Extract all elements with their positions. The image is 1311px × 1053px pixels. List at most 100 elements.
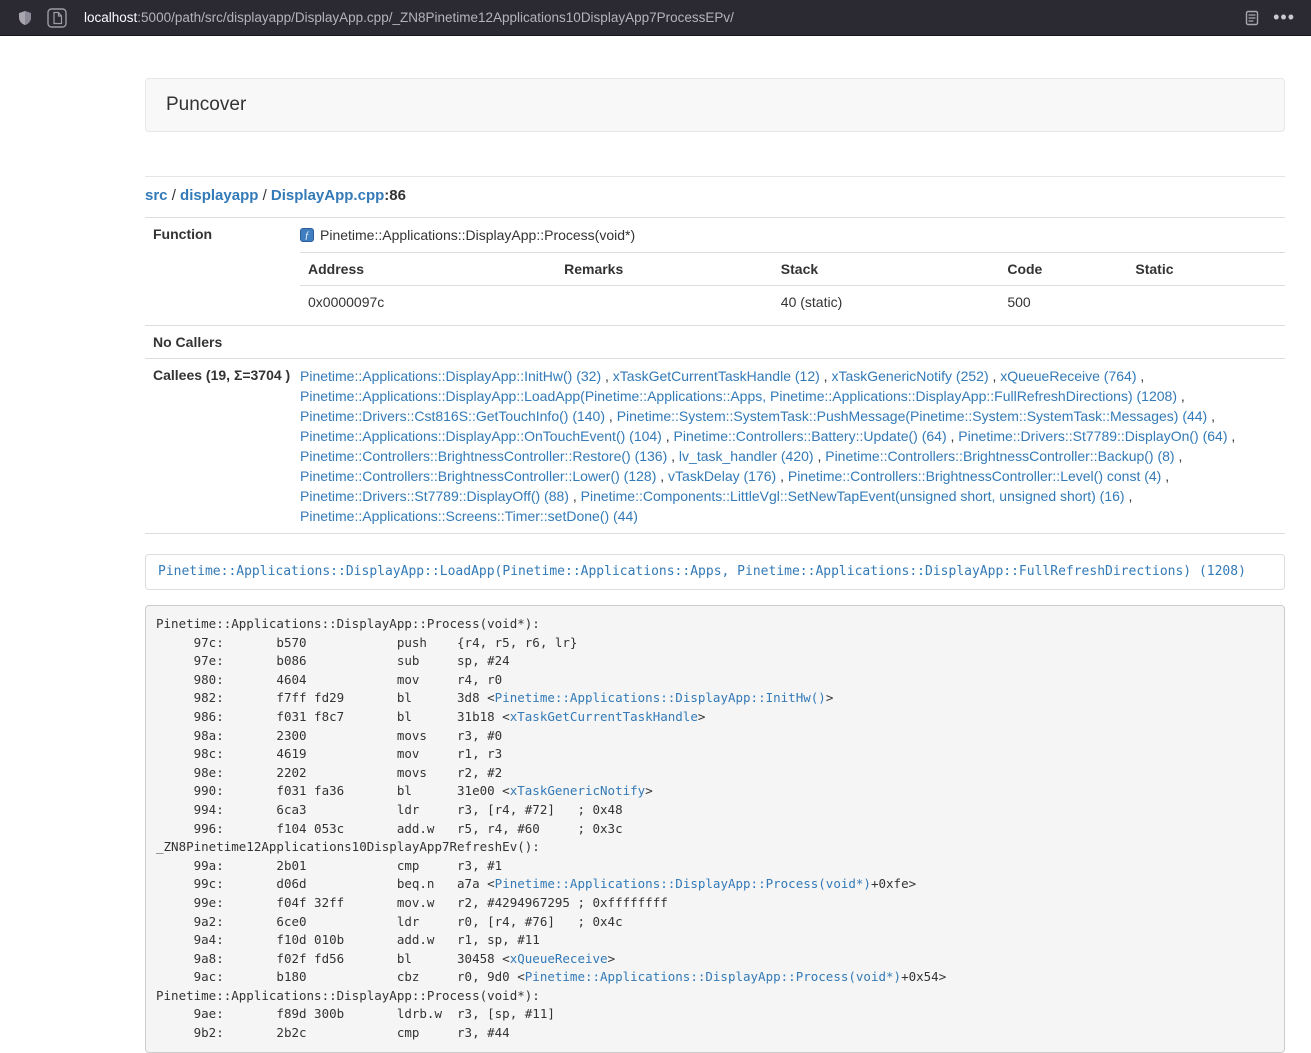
callee-link[interactable]: Pinetime::Applications::DisplayApp::OnTo…	[300, 428, 662, 444]
no-callers-row: No Callers	[145, 326, 1285, 359]
column-header-remarks: Remarks	[556, 253, 773, 286]
code-text: 99a: 2b01 cmp r3, #1	[156, 858, 502, 873]
code-text: 9a2: 6ce0 ldr r0, [r4, #76] ; 0x4c	[156, 914, 623, 929]
callee-separator: ,	[605, 408, 617, 424]
row-header-callees: Callees (19, Σ=3704 )	[145, 359, 300, 534]
page-title: Puncover	[166, 94, 246, 115]
callees-row: Callees (19, Σ=3704 ) Pinetime::Applicat…	[145, 359, 1285, 534]
static-value	[1127, 286, 1285, 319]
function-type-icon: ƒ	[300, 228, 314, 242]
tracking-protection-shield-icon[interactable]	[10, 4, 40, 32]
callee-link[interactable]: Pinetime::Controllers::Battery::Update()…	[674, 428, 947, 444]
code-size-value: 500	[999, 286, 1127, 319]
callee-separator: ,	[989, 368, 1001, 384]
more-options-icon[interactable]: •••	[1267, 7, 1301, 28]
callee-link[interactable]: Pinetime::Drivers::Cst816S::GetTouchInfo…	[300, 408, 605, 424]
stack-value: 40 (static)	[773, 286, 1000, 319]
no-callers-empty-cell	[300, 326, 1285, 359]
code-text: >	[608, 951, 616, 966]
url-bar[interactable]: localhost:5000/path/src/displayapp/Displ…	[84, 10, 1227, 25]
browser-toolbar: localhost:5000/path/src/displayapp/Displ…	[0, 0, 1311, 36]
url-domain: localhost	[84, 10, 137, 25]
callee-link[interactable]: Pinetime::Drivers::St7789::DisplayOn() (…	[958, 428, 1227, 444]
code-text: Pinetime::Applications::DisplayApp::Proc…	[156, 616, 540, 631]
callee-link[interactable]: Pinetime::Applications::Screens::Timer::…	[300, 508, 638, 524]
callee-link[interactable]: Pinetime::Applications::DisplayApp::Init…	[300, 368, 601, 384]
code-symbol-link[interactable]: Pinetime::Applications::DisplayApp::Proc…	[495, 876, 871, 891]
code-text: 98a: 2300 movs r3, #0	[156, 728, 502, 743]
callee-link[interactable]: Pinetime::Controllers::BrightnessControl…	[825, 448, 1174, 464]
code-text: 982: f7ff fd29 bl 3d8 <	[156, 690, 495, 705]
code-text: 97c: b570 push {r4, r5, r6, lr}	[156, 635, 577, 650]
code-symbol-link[interactable]: Pinetime::Applications::DisplayApp::Init…	[495, 690, 826, 705]
callee-link[interactable]: Pinetime::Components::LittleVgl::SetNewT…	[581, 488, 1125, 504]
code-symbol-link[interactable]: xTaskGetCurrentTaskHandle	[510, 709, 698, 724]
function-table: Function ƒ Pinetime::Applications::Displ…	[145, 217, 1285, 534]
callee-link[interactable]: vTaskDelay (176)	[668, 468, 776, 484]
column-header-stack: Stack	[773, 253, 1000, 286]
stats-value-row: 0x0000097c 40 (static) 500	[300, 286, 1285, 319]
callee-separator: ,	[1161, 468, 1169, 484]
svg-text:ƒ: ƒ	[305, 231, 310, 242]
selected-callee-link[interactable]: Pinetime::Applications::DisplayApp::Load…	[158, 564, 1246, 579]
page-title-panel: Puncover	[145, 78, 1285, 132]
selected-callee-panel: Pinetime::Applications::DisplayApp::Load…	[145, 554, 1285, 590]
code-text: 980: 4604 mov r4, r0	[156, 672, 502, 687]
code-symbol-link[interactable]: xTaskGenericNotify	[510, 783, 645, 798]
callee-separator: ,	[1207, 408, 1215, 424]
code-text: 9a4: f10d 010b add.w r1, sp, #11	[156, 932, 540, 947]
breadcrumb-link[interactable]: displayapp	[180, 187, 258, 204]
code-text: Pinetime::Applications::DisplayApp::Proc…	[156, 988, 540, 1003]
code-text: 98c: 4619 mov r1, r3	[156, 746, 502, 761]
code-text: 9ac: b180 cbz r0, 9d0 <	[156, 969, 525, 984]
callee-separator: ,	[1136, 368, 1144, 384]
row-header-function: Function	[145, 218, 300, 326]
code-text: 9b2: 2b2c cmp r3, #44	[156, 1025, 510, 1040]
callee-separator: ,	[1125, 488, 1133, 504]
code-text: _ZN8Pinetime12Applications10DisplayApp7R…	[156, 839, 540, 854]
page-container: Puncover src / displayapp / DisplayApp.c…	[145, 78, 1285, 1053]
callee-separator: ,	[667, 448, 679, 464]
breadcrumb-separator: /	[258, 187, 271, 204]
callee-separator: ,	[656, 468, 668, 484]
breadcrumb-separator: /	[168, 187, 181, 204]
callee-link[interactable]: Pinetime::Controllers::BrightnessControl…	[300, 468, 656, 484]
code-text: 994: 6ca3 ldr r3, [r4, #72] ; 0x48	[156, 802, 623, 817]
callee-link[interactable]: xTaskGetCurrentTaskHandle (12)	[613, 368, 820, 384]
function-name: Pinetime::Applications::DisplayApp::Proc…	[320, 227, 635, 243]
code-text: 9ae: f89d 300b ldrb.w r3, [sp, #11]	[156, 1006, 555, 1021]
row-header-no-callers: No Callers	[145, 326, 300, 359]
callee-link[interactable]: Pinetime::Controllers::BrightnessControl…	[788, 468, 1161, 484]
page-identity-icon[interactable]	[40, 4, 74, 32]
breadcrumb-link[interactable]: src	[145, 187, 168, 204]
callee-link[interactable]: Pinetime::Controllers::BrightnessControl…	[300, 448, 667, 464]
code-text: 986: f031 f8c7 bl 31b18 <	[156, 709, 510, 724]
callee-separator: ,	[601, 368, 613, 384]
callee-link[interactable]: lv_task_handler (420)	[679, 448, 814, 464]
code-text: 996: f104 053c add.w r5, r4, #60 ; 0x3c	[156, 821, 623, 836]
column-header-code: Code	[999, 253, 1127, 286]
column-header-address: Address	[300, 253, 556, 286]
code-symbol-link[interactable]: Pinetime::Applications::DisplayApp::Proc…	[525, 969, 901, 984]
callee-link[interactable]: Pinetime::Drivers::St7789::DisplayOff() …	[300, 488, 569, 504]
callee-separator: ,	[776, 468, 788, 484]
code-symbol-link[interactable]: xQueueReceive	[510, 951, 608, 966]
code-block: Pinetime::Applications::DisplayApp::Proc…	[145, 605, 1285, 1053]
code-text: 990: f031 fa36 bl 31e00 <	[156, 783, 510, 798]
remarks-value	[556, 286, 773, 319]
breadcrumb: src / displayapp / DisplayApp.cpp:86	[145, 187, 1285, 204]
divider	[145, 176, 1285, 177]
callee-separator: ,	[1177, 388, 1185, 404]
breadcrumb-link[interactable]: DisplayApp.cpp	[271, 187, 384, 204]
breadcrumb-line-number: :86	[384, 187, 406, 204]
code-text: 99c: d06d beq.n a7a <	[156, 876, 495, 891]
callee-link[interactable]: xQueueReceive (764)	[1000, 368, 1136, 384]
callee-link[interactable]: Pinetime::Applications::DisplayApp::Load…	[300, 388, 1177, 404]
callee-link[interactable]: Pinetime::System::SystemTask::PushMessag…	[617, 408, 1208, 424]
address-value: 0x0000097c	[300, 286, 556, 319]
url-path: :5000/path/src/displayapp/DisplayApp.cpp…	[137, 10, 734, 25]
callee-link[interactable]: xTaskGenericNotify (252)	[831, 368, 988, 384]
callee-separator: ,	[947, 428, 959, 444]
code-text: 99e: f04f 32ff mov.w r2, #4294967295 ; 0…	[156, 895, 668, 910]
reader-view-icon[interactable]	[1237, 4, 1267, 32]
